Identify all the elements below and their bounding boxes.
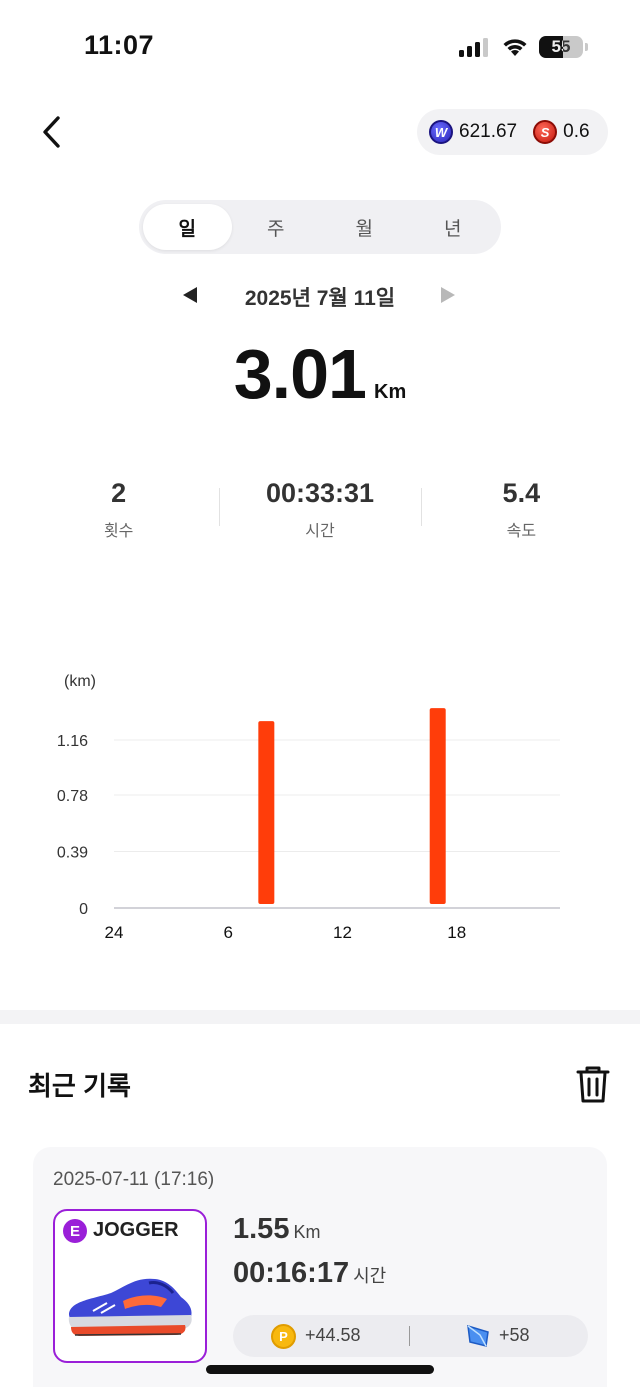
chevron-left-icon [43, 116, 60, 148]
stat-time-value: 00:33:31 [265, 478, 375, 508]
reward-map-value: +58 [499, 1325, 530, 1345]
cellular-signal-icon [459, 38, 488, 57]
s-coin-value: 0.6 [563, 121, 590, 142]
tab-year[interactable]: 년 [409, 204, 498, 250]
section-divider [0, 1010, 640, 1024]
stat-time-label: 시간 [305, 523, 335, 540]
chart-y-tick-label: 1.16 [57, 733, 88, 750]
stat-speed-label: 속도 [506, 523, 537, 540]
running-shoe-icon [68, 1278, 192, 1336]
reward-divider [409, 1326, 410, 1346]
record-time-unit: 시간 [353, 1266, 387, 1286]
chart-x-tick-label: 24 [105, 923, 124, 942]
wifi-icon [503, 39, 527, 56]
record-distance: 1.55 Km [233, 1213, 320, 1246]
recent-records-title: 최근 기록 [28, 1071, 131, 1101]
points-balance[interactable]: W 621.67 S 0.6 [417, 109, 608, 155]
chart-y-tick-label: 0 [79, 901, 88, 918]
stats-row: 2 횟수 00:33:31 시간 5.4 속도 [18, 478, 622, 542]
chart-y-tick-label: 0.39 [57, 845, 88, 862]
date-label: 2025년 7월 11일 [244, 287, 396, 310]
record-time-value: 00:16:17 [233, 1257, 350, 1289]
next-date-icon[interactable] [441, 287, 455, 303]
record-distance-value: 1.55 [233, 1213, 290, 1245]
record-distance-unit: Km [293, 1222, 321, 1242]
chart-bar [258, 721, 275, 904]
chart-y-tick-label: 0.78 [57, 788, 88, 805]
total-distance-value: 3.01 [233, 335, 367, 413]
point-coin-icon: P [271, 1324, 296, 1349]
w-coin-value: 621.67 [459, 121, 518, 142]
shoe-thumbnail: E JOGGER [53, 1209, 207, 1363]
total-distance-unit: Km [374, 381, 407, 403]
chart-bar [429, 708, 446, 904]
stat-speed-value: 5.4 [502, 478, 541, 508]
status-icons: 55 [459, 34, 588, 60]
stat-count-label: 횟수 [103, 523, 134, 540]
back-button[interactable] [36, 112, 72, 152]
reward-summary: P +44.58 +58 [233, 1315, 588, 1357]
stat-count: 2 횟수 [18, 478, 219, 542]
tab-day[interactable]: 일 [143, 204, 232, 250]
battery-icon: 55 [539, 36, 583, 58]
record-time: 00:16:17 시간 [233, 1257, 386, 1290]
trash-icon[interactable] [575, 1064, 611, 1104]
chart-x-tick-label: 6 [224, 923, 233, 942]
tab-month[interactable]: 월 [320, 204, 409, 250]
stat-speed: 5.4 속도 [420, 478, 622, 542]
distance-bar-chart: (km) 0 0.39 0.78 1.16 24 6 12 18 [57, 673, 560, 942]
stat-time: 00:33:31 시간 [219, 478, 420, 542]
home-indicator [206, 1365, 434, 1374]
grade-badge: E [63, 1219, 87, 1243]
status-time: 11:07 [84, 30, 155, 60]
date-navigator: 2025년 7월 11일 [0, 278, 640, 314]
reward-points-value: +44.58 [305, 1325, 361, 1345]
tab-week[interactable]: 주 [232, 204, 321, 250]
chart-x-tick-label: 18 [447, 923, 466, 942]
period-tabs: 일 주 월 년 [139, 200, 501, 254]
battery-level: 55 [551, 37, 571, 56]
s-coin-icon: S [533, 120, 558, 144]
status-bar: 11:07 55 [0, 0, 640, 90]
map-tile-icon [467, 1324, 489, 1347]
chart-y-axis-label: (km) [64, 673, 96, 690]
shoe-type-label: JOGGER [93, 1219, 179, 1241]
total-distance: 3.01 Km [0, 334, 640, 414]
record-date: 2025-07-11 (17:16) [53, 1169, 215, 1190]
stat-count-value: 2 [111, 478, 127, 508]
w-coin-icon: W [429, 120, 453, 144]
record-card[interactable]: 2025-07-11 (17:16) E JOGGER 1.55 Km 00:16… [33, 1147, 607, 1387]
chart-x-tick-label: 12 [333, 923, 352, 942]
